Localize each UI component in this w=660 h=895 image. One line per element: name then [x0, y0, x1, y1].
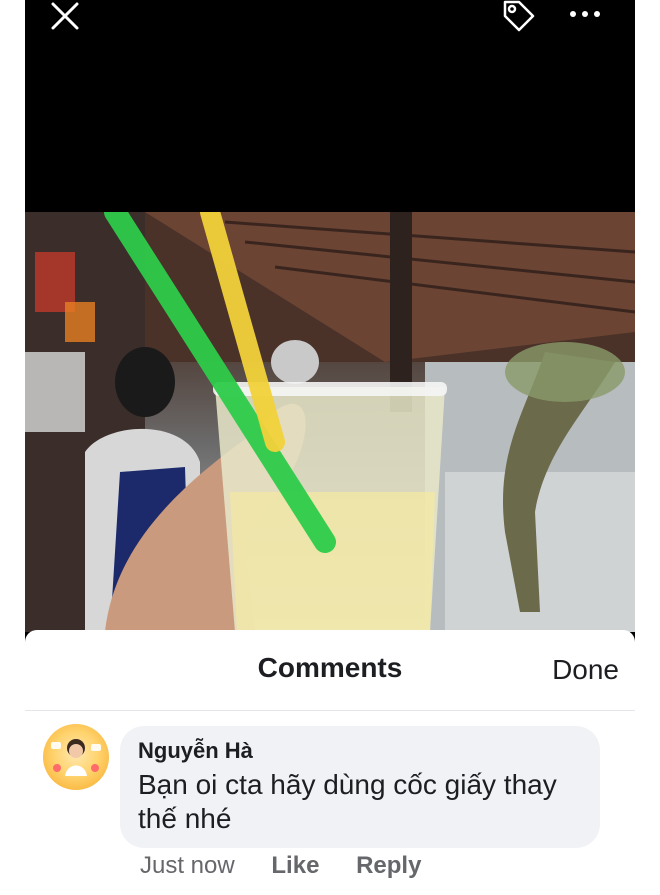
comments-header: Comments Done: [25, 630, 635, 710]
close-button[interactable]: [43, 0, 87, 32]
comments-sheet: Comments Done Nguyễn Hà Bạn oi cta hãy d…: [25, 630, 635, 895]
comment-author[interactable]: Nguyễn Hà: [138, 738, 253, 764]
header-divider: [25, 710, 635, 711]
comment-text: Bạn oi cta hãy dùng cốc giấy thay thế nh…: [138, 769, 557, 834]
done-button[interactable]: Done: [552, 654, 619, 686]
reply-button[interactable]: Reply: [356, 852, 421, 880]
close-icon: [51, 2, 79, 30]
avatar-image: [51, 739, 101, 776]
comment-actions: Just now Like Reply: [140, 852, 451, 880]
comments-title: Comments: [257, 652, 403, 683]
more-options-button[interactable]: [565, 2, 605, 26]
avatar[interactable]: [43, 724, 109, 790]
photo-toolbar: [25, 0, 635, 60]
tag-icon: [503, 0, 535, 32]
more-icon: [570, 11, 600, 17]
comment-bubble[interactable]: Nguyễn Hà Bạn oi cta hãy dùng cốc giấy t…: [120, 726, 600, 848]
tag-button[interactable]: [495, 0, 539, 36]
like-button[interactable]: Like: [271, 852, 319, 880]
photo-illustration: [25, 212, 635, 632]
comment-time: Just now: [140, 852, 235, 879]
photo-viewer: Comments Done Nguyễn Hà Bạn oi cta hãy d…: [25, 0, 635, 895]
photo-image: [25, 212, 635, 632]
